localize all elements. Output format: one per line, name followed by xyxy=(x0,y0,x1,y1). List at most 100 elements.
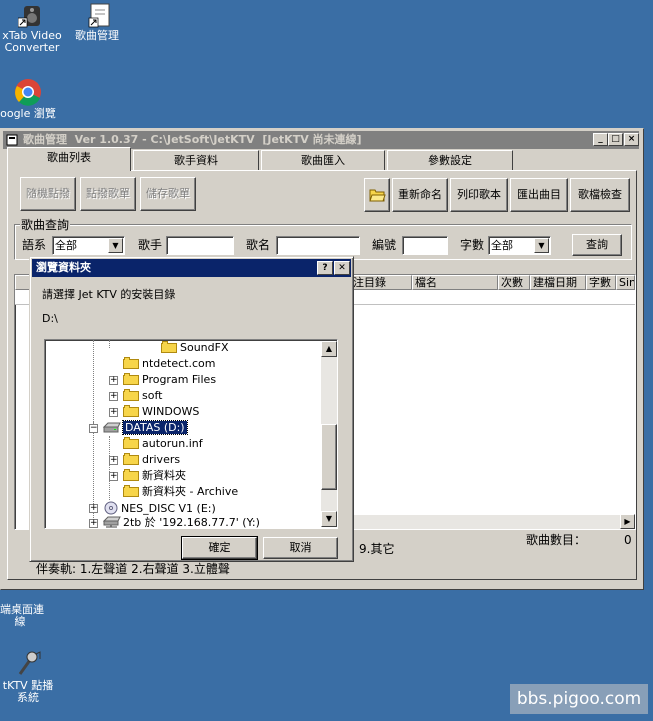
column-header-directory[interactable]: 注目錄 xyxy=(350,275,412,290)
tab-song-import[interactable]: 歌曲匯入 xyxy=(261,150,385,170)
query-button[interactable]: 查詢 xyxy=(572,234,622,256)
horizontal-scrollbar[interactable] xyxy=(354,515,635,529)
app-shortcut-icon xyxy=(88,3,110,28)
dialog-prompt: 請選擇 Jet KTV 的安裝目錄 xyxy=(42,288,176,301)
scroll-down-button[interactable]: ▼ xyxy=(321,511,337,527)
play-list-button[interactable]: 點撥歌單 xyxy=(80,177,136,211)
expand-icon[interactable]: + xyxy=(109,472,118,481)
folder-tree[interactable]: SoundFX ntdetect.com + Program Files + s… xyxy=(44,339,338,529)
tree-item-autorun[interactable]: autorun.inf xyxy=(123,437,203,452)
column-header-count[interactable]: 次數 xyxy=(498,275,530,290)
tree-item-soundfx[interactable]: SoundFX xyxy=(161,341,229,356)
desktop-icon-label: oogle 瀏覽 xyxy=(0,107,56,120)
column-header-chars[interactable]: 字數 xyxy=(586,275,616,290)
tree-item-program-files[interactable]: Program Files xyxy=(123,373,216,388)
song-count-value: 0 xyxy=(624,533,632,547)
tree-line xyxy=(109,340,110,348)
desktop-icon-chrome[interactable]: oogle 瀏覽 xyxy=(0,78,56,120)
tab-settings[interactable]: 參數設定 xyxy=(387,150,513,170)
random-play-button[interactable]: 隨機點撥 xyxy=(20,177,76,211)
tree-item-datas-drive[interactable]: DATAS (D:) xyxy=(102,420,188,436)
tree-item-drivers[interactable]: drivers xyxy=(123,453,180,468)
song-name-input[interactable] xyxy=(276,236,360,255)
minimize-button[interactable]: _ xyxy=(593,133,608,146)
tree-item-cd-drive[interactable]: NES_DISC V1 (E:) xyxy=(103,501,216,516)
column-header-singer[interactable]: Sin xyxy=(616,275,635,290)
tree-label: autorun.inf xyxy=(142,437,203,450)
expand-icon[interactable]: + xyxy=(109,456,118,465)
tree-item-new-folder-archive[interactable]: 新資料夾 - Archive xyxy=(123,485,238,500)
tree-label: 新資料夾 xyxy=(142,469,186,482)
scroll-up-button[interactable]: ▲ xyxy=(321,341,337,357)
desktop-icon-jetktv[interactable]: tKTV 點播 系統 xyxy=(0,650,56,704)
folder-icon xyxy=(123,469,139,481)
expand-icon[interactable]: + xyxy=(109,392,118,401)
expand-icon[interactable]: + xyxy=(109,376,118,385)
desktop-icon-remote-desktop[interactable]: 端桌面連 線 xyxy=(0,604,44,628)
speaker-shortcut-icon xyxy=(18,6,40,28)
folder-icon xyxy=(123,485,139,497)
maximize-button[interactable]: □ xyxy=(608,133,623,146)
chevron-down-icon[interactable]: ▼ xyxy=(108,238,123,253)
tree-item-ntdetect[interactable]: ntdetect.com xyxy=(123,357,215,372)
help-icon: ? xyxy=(322,263,328,273)
song-count-label: 歌曲數目： xyxy=(526,533,587,547)
rename-button[interactable]: 重新命名 xyxy=(392,178,448,212)
tree-label: soft xyxy=(142,389,163,402)
tree-item-new-folder[interactable]: 新資料夾 xyxy=(123,469,186,484)
tree-label-selected: DATAS (D:) xyxy=(122,420,188,435)
desktop-icon-video-converter[interactable]: xTab Video Converter xyxy=(0,0,64,54)
column-label: 檔名 xyxy=(415,276,437,289)
tree-item-soft[interactable]: soft xyxy=(123,389,162,404)
expand-icon[interactable]: + xyxy=(89,504,98,513)
singer-input[interactable] xyxy=(166,236,234,255)
tree-label: drivers xyxy=(142,453,181,466)
dialog-title-bar[interactable]: 瀏覽資料夾 ? ✕ xyxy=(32,259,351,277)
char-count-select[interactable]: 全部 ▼ xyxy=(488,236,551,255)
expand-icon[interactable]: + xyxy=(109,408,118,417)
desktop-icon-song-manager[interactable]: 歌曲管理 xyxy=(70,0,124,42)
dialog-close-button[interactable]: ✕ xyxy=(334,261,350,275)
folder-icon xyxy=(123,357,139,369)
help-button[interactable]: ? xyxy=(317,261,333,275)
chevron-down-icon[interactable]: ▼ xyxy=(534,238,549,253)
tree-item-windows[interactable]: WINDOWS xyxy=(123,405,199,420)
tab-song-list[interactable]: 歌曲列表 xyxy=(7,147,131,171)
folder-icon xyxy=(123,389,139,401)
check-files-button[interactable]: 歌檔檢查 xyxy=(570,178,630,212)
open-folder-button[interactable] xyxy=(364,178,390,212)
drive-icon xyxy=(102,422,121,433)
watermark: bbs.pigoo.com xyxy=(510,684,648,714)
language-label: 語系 xyxy=(22,238,47,252)
tab-label: 歌手資料 xyxy=(174,154,218,167)
column-label: 建檔日期 xyxy=(533,276,577,289)
tab-singer-data[interactable]: 歌手資料 xyxy=(133,150,259,170)
save-list-button[interactable]: 儲存歌單 xyxy=(140,177,196,211)
column-header-filename[interactable]: 檔名 xyxy=(412,275,498,290)
folder-icon xyxy=(123,373,139,385)
cancel-button[interactable]: 取消 xyxy=(263,537,338,559)
column-header-date[interactable]: 建檔日期 xyxy=(530,275,586,290)
print-songbook-button[interactable]: 列印歌本 xyxy=(450,178,508,212)
number-input[interactable] xyxy=(402,236,448,255)
app-icon xyxy=(6,134,18,146)
collapse-icon[interactable]: − xyxy=(89,424,98,433)
column-label: 字數 xyxy=(589,276,611,289)
expand-icon[interactable]: + xyxy=(89,519,98,528)
ok-button[interactable]: 確定 xyxy=(182,537,257,559)
language-select[interactable]: 全部 ▼ xyxy=(52,236,125,255)
desktop-icon-label-line2: Converter xyxy=(4,41,60,54)
footer-text: 9.其它 xyxy=(359,542,395,556)
tree-label: 2tb 於 '192.168.77.7' (Y:) xyxy=(123,516,260,529)
button-label: 重新命名 xyxy=(398,188,442,201)
export-songs-button[interactable]: 匯出曲目 xyxy=(510,178,568,212)
close-icon: ✕ xyxy=(338,263,346,273)
scroll-right-button[interactable]: ▶ xyxy=(620,514,635,529)
scrollbar-thumb[interactable] xyxy=(321,424,337,490)
column-label: 注目錄 xyxy=(353,276,386,289)
song-name-label: 歌名 xyxy=(246,238,271,252)
close-button[interactable]: × xyxy=(624,133,639,146)
browse-folder-dialog: 瀏覽資料夾 ? ✕ 請選擇 Jet KTV 的安裝目錄 D:\ SoundFX … xyxy=(29,256,354,562)
tree-item-network-drive[interactable]: 2tb 於 '192.168.77.7' (Y:) xyxy=(102,516,260,529)
desktop-icon-label: 歌曲管理 xyxy=(75,29,119,42)
